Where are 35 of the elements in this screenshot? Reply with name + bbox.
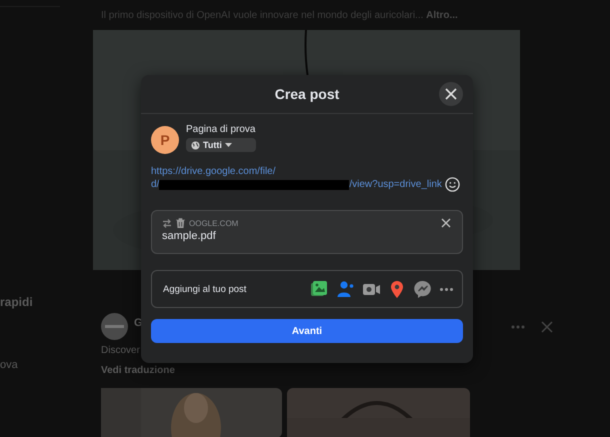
messenger-button[interactable] [413, 280, 433, 298]
sidebar-item[interactable]: rapidi [0, 295, 88, 309]
more-icon [440, 288, 453, 290]
translate-link[interactable]: Vedi traduzione [101, 365, 175, 376]
link-preview-card[interactable]: OOGLE.COM sample.pdf [151, 210, 463, 254]
link-title: sample.pdf [162, 230, 217, 242]
location-pin-icon [388, 280, 406, 298]
avatar [101, 313, 128, 340]
photo-icon [310, 280, 328, 298]
trash-icon [176, 218, 185, 228]
sidebar-item[interactable]: ova [0, 359, 88, 371]
page-name: Pagina di prova [186, 124, 256, 135]
close-icon [445, 88, 457, 100]
avatar: P [151, 126, 179, 154]
link-text[interactable]: /view?usp=drive_link [349, 179, 442, 190]
person-add-icon [336, 280, 354, 298]
link-text[interactable]: https://drive.google.com/file/ [151, 166, 463, 177]
close-icon [441, 218, 451, 228]
close-icon [541, 320, 553, 332]
next-button[interactable]: Avanti [151, 319, 463, 343]
audience-button[interactable]: Tutti [186, 138, 256, 152]
emoji-icon [444, 177, 460, 192]
add-to-post-label: Aggiungi al tuo post [163, 284, 246, 294]
photo-button[interactable] [309, 280, 329, 298]
post-text: Discover [100, 345, 141, 356]
close-button[interactable] [439, 82, 463, 106]
link-domain: OOGLE.COM [189, 218, 238, 228]
messenger-icon [414, 280, 432, 298]
more-icon [511, 324, 525, 328]
person-add-button[interactable] [335, 280, 355, 298]
caret-icon [224, 143, 232, 147]
globe-icon [191, 140, 200, 150]
dialog-title: Crea post [274, 86, 340, 102]
swap-icon [162, 218, 172, 228]
link-text[interactable]: d/ [151, 179, 160, 190]
